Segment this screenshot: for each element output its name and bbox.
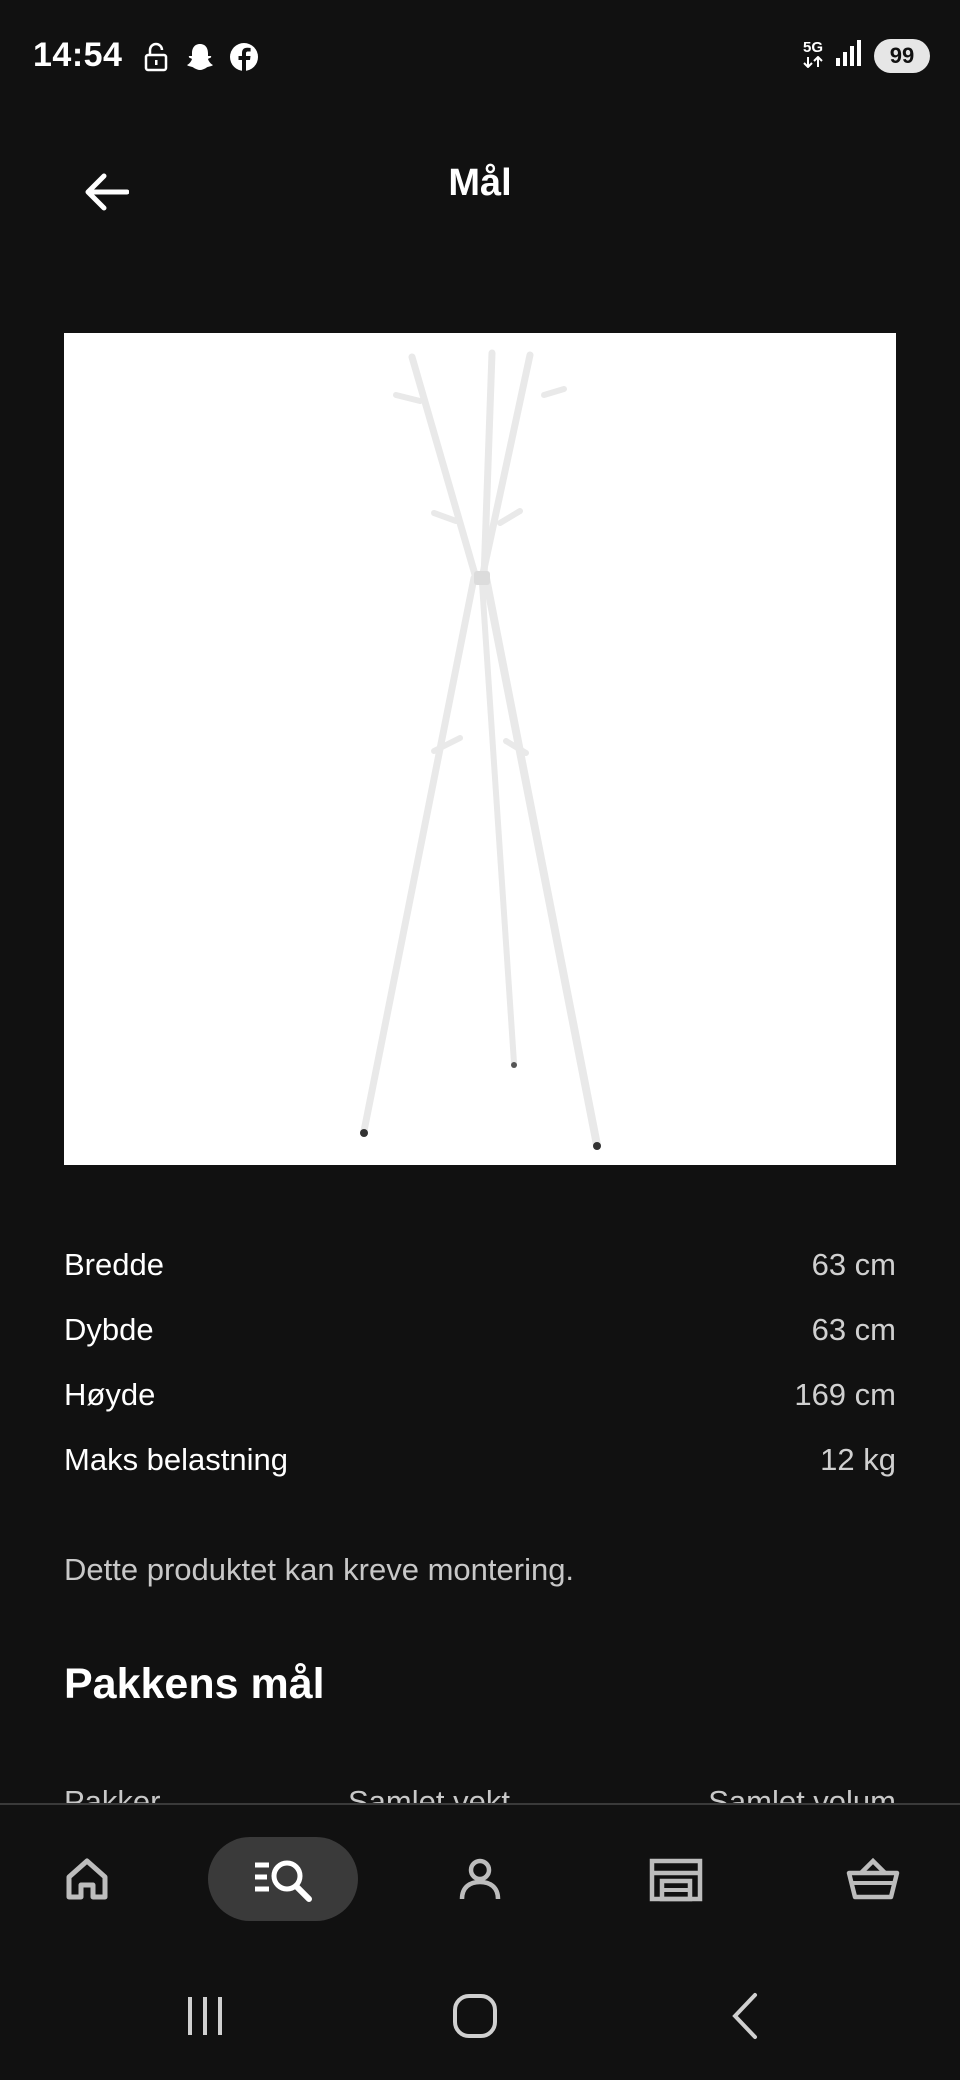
column-header-total-weight: Samlet vekt [348, 1784, 510, 1804]
dimension-value: 63 cm [811, 1246, 896, 1282]
network-type: 5G [802, 38, 823, 56]
signal-icon [834, 38, 864, 73]
recent-apps-button[interactable] [160, 1981, 250, 2051]
5g-icon: 5G [802, 38, 824, 72]
nav-home[interactable] [42, 1837, 132, 1921]
snapchat-icon [184, 40, 216, 74]
dimension-label: Bredde [64, 1246, 164, 1282]
dimension-label: Dybde [64, 1311, 154, 1347]
basket-icon [846, 1857, 900, 1900]
dimension-row: Høyde 169 cm [64, 1362, 896, 1427]
profile-icon [459, 1858, 501, 1900]
nav-search[interactable] [208, 1837, 358, 1921]
dimension-label: Høyde [64, 1376, 156, 1412]
status-icons-right: 5G 99 [802, 38, 930, 73]
back-chevron-icon [732, 1993, 757, 2039]
store-icon [649, 1858, 703, 1902]
nav-profile[interactable] [435, 1837, 525, 1921]
back-system-button[interactable] [700, 1981, 790, 2051]
column-header-packages: Pakker [64, 1784, 161, 1804]
app-bar: Mål [0, 116, 960, 252]
battery-icon: 99 [874, 38, 930, 73]
facebook-icon [228, 40, 260, 74]
dimension-value: 169 cm [794, 1376, 896, 1412]
status-bar: 14:54 5G 99 [0, 0, 960, 116]
dimension-row: Bredde 63 cm [64, 1232, 896, 1297]
dimension-row: Maks belastning 12 kg [64, 1427, 896, 1492]
assembly-note: Dette produktet kan kreve montering. [64, 1552, 575, 1587]
search-icon [255, 1860, 312, 1902]
page-title: Mål [448, 162, 512, 204]
product-image [64, 333, 896, 1165]
column-header-total-volume: Samlet volum [708, 1784, 896, 1804]
nav-store[interactable] [631, 1837, 721, 1921]
system-navigation [0, 1951, 960, 2080]
dimension-row: Dybde 63 cm [64, 1297, 896, 1362]
home-icon [66, 1858, 108, 1900]
home-circle-icon [453, 1994, 497, 2038]
nav-basket[interactable] [828, 1837, 918, 1921]
lock-open-icon [140, 40, 172, 74]
status-icons-left [140, 40, 260, 74]
bottom-navigation [0, 1803, 960, 1953]
dimension-value: 63 cm [811, 1311, 896, 1347]
status-time: 14:54 [33, 36, 123, 74]
package-column-headers: Pakker Samlet vekt Samlet volum [64, 1784, 896, 1804]
coat-stand-illustration [360, 349, 601, 1150]
recent-apps-icon [188, 1997, 222, 2035]
dimension-value: 12 kg [820, 1441, 896, 1477]
dimensions-list: Bredde 63 cm Dybde 63 cm Høyde 169 cm Ma… [64, 1232, 896, 1492]
package-section-title: Pakkens mål [64, 1660, 325, 1708]
dimension-label: Maks belastning [64, 1441, 289, 1477]
home-system-button[interactable] [430, 1981, 520, 2051]
